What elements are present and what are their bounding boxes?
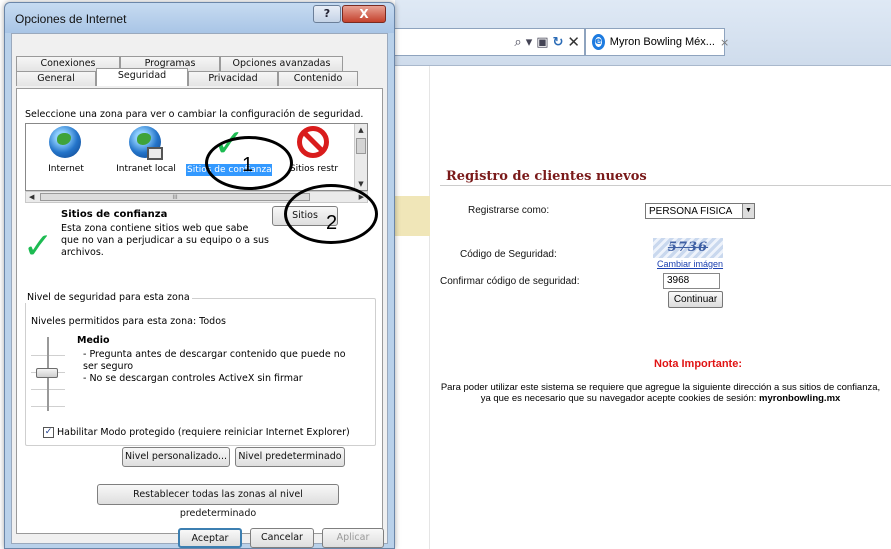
protected-mode-row[interactable]: ✓ Habilitar Modo protegido (requiere rei… bbox=[43, 427, 350, 438]
chevron-down-icon[interactable]: ▼ bbox=[742, 204, 754, 218]
dialog-title: Opciones de Internet bbox=[15, 12, 127, 26]
dialog-body: Conexiones Programas Opciones avanzadas … bbox=[11, 33, 388, 548]
note-line-2: ya que es necesario que su navegador ace… bbox=[430, 393, 891, 404]
annotation-number-1: 1 bbox=[242, 154, 254, 176]
search-icon[interactable]: ⌕ bbox=[514, 36, 521, 49]
confirm-code-label: Confirmar código de seguridad: bbox=[440, 276, 580, 287]
confirm-code-input[interactable]: 3968 bbox=[663, 273, 720, 289]
custom-level-button[interactable]: Nivel personalizado... bbox=[122, 447, 230, 467]
compatibility-view-icon[interactable]: ▣ bbox=[536, 36, 548, 49]
intranet-icon bbox=[129, 126, 163, 160]
note-domain: myronbowling.mx bbox=[759, 393, 841, 404]
scroll-left-icon[interactable]: ◀ bbox=[29, 192, 34, 202]
internet-explorer-icon: e bbox=[592, 34, 605, 50]
selected-zone-name: Sitios de confianza bbox=[61, 209, 168, 220]
zone-internet[interactable]: Internet bbox=[26, 126, 106, 174]
browser-tab-title: Myron Bowling Méx... bbox=[609, 36, 715, 48]
zone-label: Internet bbox=[48, 164, 84, 174]
change-image-link[interactable]: Cambiar imágen bbox=[657, 259, 723, 269]
address-bar-controls: ⌕ ▾ ▣ ↻ ✕ bbox=[395, 28, 585, 56]
continue-button[interactable]: Continuar bbox=[668, 291, 723, 308]
cancel-button[interactable]: Cancelar bbox=[250, 528, 314, 548]
tab-opciones-avanzadas[interactable]: Opciones avanzadas bbox=[220, 56, 343, 71]
browser-tab[interactable]: e Myron Bowling Méx... × bbox=[585, 28, 729, 56]
note-text: Para poder utilizar este sistema se requ… bbox=[430, 382, 891, 404]
stop-icon[interactable]: ✕ bbox=[567, 34, 580, 50]
apply-button[interactable]: Aplicar bbox=[322, 528, 384, 548]
zone-list: Internet Intranet local ✓ Sitios de conf… bbox=[25, 123, 368, 191]
page-title: Registro de clientes nuevos bbox=[446, 169, 647, 184]
refresh-icon[interactable]: ↻ bbox=[553, 36, 564, 49]
protected-mode-label: Habilitar Modo protegido (requiere reini… bbox=[57, 427, 350, 438]
default-level-button[interactable]: Nivel predeterminado bbox=[235, 447, 345, 467]
register-as-value: PERSONA FISICA bbox=[649, 205, 733, 217]
annotation-number-2: 2 bbox=[326, 212, 338, 234]
close-button[interactable]: X bbox=[342, 5, 386, 23]
page-left-strip bbox=[395, 66, 430, 549]
page-decoration bbox=[395, 196, 430, 236]
internet-options-dialog: Opciones de Internet ? X Conexiones Prog… bbox=[4, 2, 395, 549]
zone-label: Intranet local bbox=[116, 164, 176, 174]
zone-prompt: Seleccione una zona para ver o cambiar l… bbox=[25, 109, 364, 120]
zone-intranet-local[interactable]: Intranet local bbox=[106, 126, 186, 174]
restricted-icon bbox=[297, 126, 329, 158]
note-line-1: Para poder utilizar este sistema se requ… bbox=[440, 382, 881, 393]
globe-icon bbox=[49, 126, 81, 158]
security-level-slider-thumb[interactable] bbox=[36, 368, 58, 378]
security-level-legend: Nivel de seguridad para esta zona bbox=[25, 292, 192, 303]
tab-row-front: General Seguridad Privacidad Contenido bbox=[16, 68, 358, 86]
title-divider bbox=[440, 185, 891, 186]
security-tab-panel: Seleccione una zona para ver o cambiar l… bbox=[16, 88, 383, 534]
scroll-up-icon[interactable]: ▲ bbox=[356, 125, 366, 135]
captcha-image: 5736 bbox=[653, 238, 723, 258]
tab-contenido[interactable]: Contenido bbox=[278, 71, 358, 86]
level-detail-2: - No se descargan controles ActiveX sin … bbox=[83, 373, 303, 384]
trusted-zone-check-icon: ✓ bbox=[23, 226, 54, 267]
register-as-label: Registrarse como: bbox=[468, 205, 550, 216]
level-detail-1: - Pregunta antes de descargar contenido … bbox=[83, 349, 346, 372]
close-tab-icon[interactable]: × bbox=[720, 36, 729, 49]
security-code-label: Código de Seguridad: bbox=[460, 249, 557, 260]
note-line-2-prefix: ya que es necesario que su navegador ace… bbox=[480, 393, 760, 404]
register-as-select[interactable]: PERSONA FISICA ▼ bbox=[645, 203, 755, 219]
protected-mode-checkbox[interactable]: ✓ bbox=[43, 427, 54, 438]
security-level-name: Medio bbox=[77, 335, 110, 346]
search-dropdown-icon[interactable]: ▾ bbox=[526, 36, 533, 49]
tab-privacidad[interactable]: Privacidad bbox=[188, 71, 278, 86]
zone-vertical-scrollbar[interactable]: ▲ ▼ bbox=[354, 124, 367, 190]
help-button[interactable]: ? bbox=[313, 5, 341, 23]
scroll-thumb[interactable] bbox=[356, 138, 366, 154]
reset-all-zones-button[interactable]: Restablecer todas las zonas al nivel pre… bbox=[97, 484, 339, 519]
hscroll-thumb[interactable]: III bbox=[40, 193, 310, 201]
ok-button[interactable]: Aceptar bbox=[178, 528, 242, 548]
scroll-down-icon[interactable]: ▼ bbox=[356, 179, 366, 189]
selected-zone-description: Esta zona contiene sitios web que sabe q… bbox=[61, 223, 269, 258]
allowed-levels-text: Niveles permitidos para esta zona: Todos bbox=[31, 316, 226, 327]
dialog-titlebar[interactable]: Opciones de Internet ? X bbox=[5, 3, 394, 33]
tab-seguridad[interactable]: Seguridad bbox=[96, 68, 188, 86]
webpage-content: Registro de clientes nuevos Registrarse … bbox=[430, 66, 891, 549]
security-level-description: - Pregunta antes de descargar contenido … bbox=[83, 349, 353, 385]
tab-general[interactable]: General bbox=[16, 71, 96, 86]
note-title: Nota Importante: bbox=[654, 358, 742, 370]
